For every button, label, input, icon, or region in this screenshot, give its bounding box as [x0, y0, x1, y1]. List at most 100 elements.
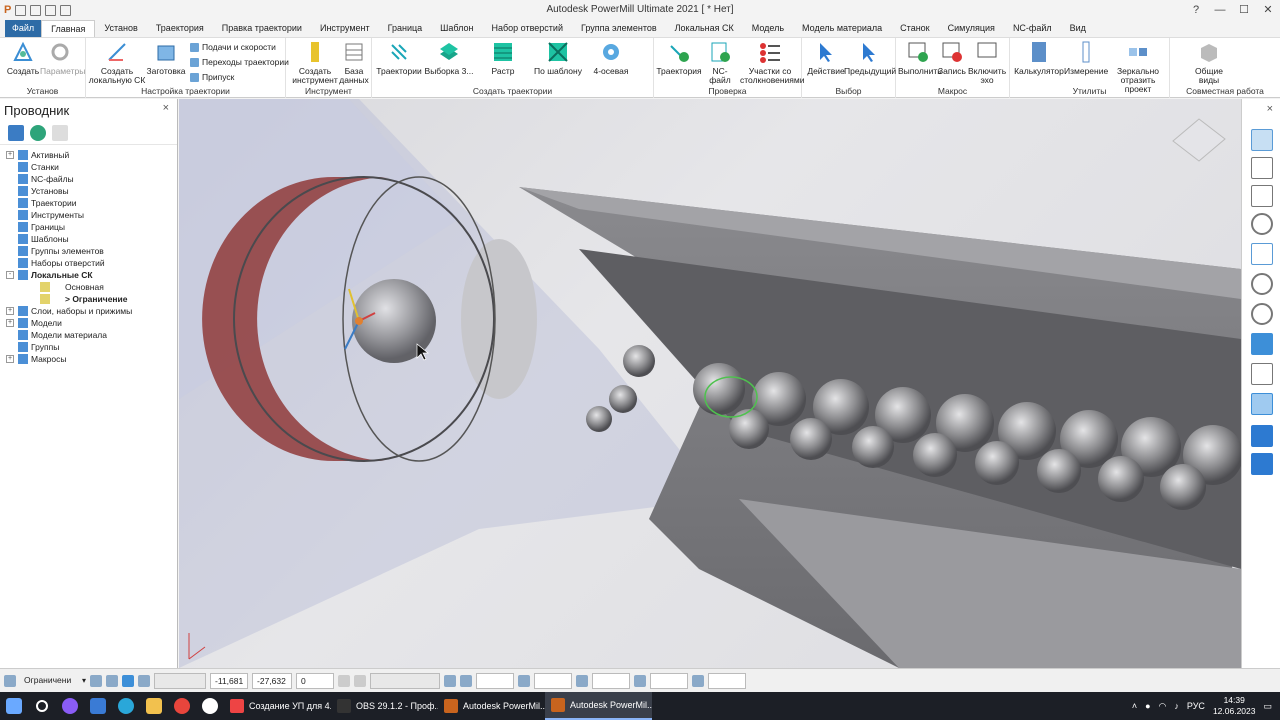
taskbar-chrome[interactable]	[168, 692, 196, 720]
expand-icon[interactable]: +	[6, 319, 14, 327]
tab-stock-model[interactable]: Модель материала	[793, 20, 891, 37]
app-icon[interactable]: P	[4, 4, 11, 16]
run-macro-button[interactable]: Выполнить	[898, 40, 942, 76]
diameter-icon[interactable]	[634, 674, 647, 687]
tab-home[interactable]: Главная	[41, 20, 96, 37]
x-coordinate[interactable]: -11,681	[210, 672, 249, 689]
wifi-icon[interactable]: ◠	[1159, 701, 1167, 712]
view-cube[interactable]	[1172, 118, 1226, 162]
tree-item[interactable]: Установы	[0, 185, 177, 197]
tree-view-icon[interactable]	[8, 124, 24, 141]
collapse-icon[interactable]: -	[6, 271, 14, 279]
view-iso-icon[interactable]	[1251, 129, 1273, 151]
open-icon[interactable]	[30, 4, 42, 16]
expand-icon[interactable]: +	[6, 151, 14, 159]
grid-snap-icon[interactable]	[122, 674, 135, 687]
tab-boundary[interactable]: Граница	[379, 20, 432, 37]
tree-item[interactable]: Наборы отверстий	[0, 257, 177, 269]
tab-file[interactable]: Файл	[5, 20, 42, 37]
globe-icon[interactable]	[30, 124, 46, 141]
tab-workplane[interactable]: Локальная СК	[666, 20, 743, 37]
tolerance-icon[interactable]	[444, 674, 457, 687]
view-cube-icon[interactable]	[1251, 185, 1273, 207]
tab-simulation[interactable]: Симуляция	[939, 20, 1004, 37]
cursor-snap-icon[interactable]	[138, 674, 151, 687]
select-cursor-icon[interactable]	[1251, 425, 1273, 447]
chevron-up-icon[interactable]: ˄	[1132, 701, 1137, 711]
minimize-button[interactable]: —	[1208, 0, 1232, 20]
z-coordinate[interactable]: 0	[296, 672, 335, 689]
view-front-icon[interactable]	[1251, 157, 1273, 179]
tray-app-icon[interactable]: ●	[1145, 701, 1150, 711]
tab-nc-file[interactable]: NC-файл	[1004, 20, 1061, 37]
tab-toolpath[interactable]: Траектория	[147, 20, 213, 37]
tree-item[interactable]: Инструменты	[0, 209, 177, 221]
shaded-icon[interactable]	[1251, 333, 1273, 355]
zoom-icon[interactable]	[1251, 213, 1273, 235]
block-button[interactable]: Заготовка	[146, 40, 186, 76]
zoom-fit-icon[interactable]	[1251, 303, 1273, 325]
active-workplane-select[interactable]: Ограничени	[20, 672, 78, 689]
stepover-field[interactable]	[476, 672, 515, 689]
echo-button[interactable]: Включить эхо	[968, 40, 1006, 85]
y-coordinate[interactable]: -27,632	[252, 672, 293, 689]
lock-icon[interactable]	[338, 674, 351, 687]
tab-setup[interactable]: Установ	[95, 20, 146, 37]
toolpaths-button[interactable]: Траектории	[374, 40, 424, 76]
tab-toolpath-edit[interactable]: Правка траектории	[213, 20, 311, 37]
tree-item[interactable]: - Локальные СК	[0, 269, 177, 281]
new-icon[interactable]	[15, 4, 27, 16]
tab-holeset[interactable]: Набор отверстий	[483, 20, 572, 37]
collisions-button[interactable]: Участки со столкновениями	[740, 40, 804, 85]
snap-icon[interactable]	[90, 674, 103, 687]
raster-button[interactable]: Растр	[478, 40, 528, 76]
expand-icon[interactable]: +	[6, 307, 14, 315]
clock[interactable]: 14:39 12.06.2023	[1213, 695, 1256, 717]
close-view-toolbar-icon[interactable]: ×	[1267, 103, 1273, 115]
taskbar-explorer[interactable]	[140, 692, 168, 720]
shaded-wire-icon[interactable]	[1251, 393, 1273, 415]
tab-feature-group[interactable]: Группа элементов	[572, 20, 666, 37]
dropdown-chevron-icon[interactable]: ▾	[82, 676, 86, 685]
taskbar-window[interactable]: Autodesk PowerMil...	[545, 692, 652, 720]
tree-item[interactable]: Станки	[0, 161, 177, 173]
taskbar-window[interactable]: OBS 29.1.2 - Проф...	[331, 692, 438, 720]
taskbar-window[interactable]: Создание УП для 4...	[224, 692, 331, 720]
wireframe-icon[interactable]	[1251, 363, 1273, 385]
measure-button[interactable]: Измерение	[1064, 40, 1108, 76]
volume-icon[interactable]: ♪	[1174, 701, 1179, 711]
four-axis-button[interactable]: 4-осевая	[588, 40, 634, 76]
tree-item[interactable]: Границы	[0, 221, 177, 233]
tree-item[interactable]: + Модели	[0, 317, 177, 329]
create-lcs-button[interactable]: Создать локальную СК	[88, 40, 146, 85]
stepover-icon[interactable]	[460, 674, 473, 687]
database-button[interactable]: База данных	[338, 40, 370, 85]
tool-field[interactable]	[592, 672, 631, 689]
tree-item[interactable]: Группы элементов	[0, 245, 177, 257]
search-button[interactable]	[28, 692, 56, 720]
check-nc-button[interactable]: NC-файл	[702, 40, 738, 85]
crosshair-icon[interactable]	[518, 674, 531, 687]
tab-pattern[interactable]: Шаблон	[431, 20, 482, 37]
expand-icon[interactable]: +	[6, 355, 14, 363]
leads-links-button[interactable]: Переходы траектории	[190, 57, 289, 67]
language-indicator[interactable]: РУС	[1187, 701, 1205, 711]
tree-item[interactable]: > Ограничение	[0, 293, 177, 305]
delete-icon[interactable]	[52, 124, 68, 141]
tree-item[interactable]: Модели материала	[0, 329, 177, 341]
save-icon[interactable]	[45, 4, 57, 16]
angle-field[interactable]	[708, 672, 747, 689]
notifications-icon[interactable]: ▭	[1263, 701, 1272, 712]
tree-item[interactable]: Группы	[0, 341, 177, 353]
previous-button[interactable]: Предыдущий	[844, 40, 896, 76]
allowance-button[interactable]: Припуск	[190, 72, 234, 82]
record-macro-button[interactable]: Запись	[936, 40, 968, 76]
pocket-button[interactable]: Выборка 3...	[424, 40, 474, 76]
taskbar-app-1[interactable]	[56, 692, 84, 720]
create-setup-button[interactable]: Создать	[6, 40, 40, 76]
zoom-box-icon[interactable]	[1251, 273, 1273, 295]
feeds-speeds-button[interactable]: Подачи и скорости	[190, 42, 276, 52]
close-explorer-icon[interactable]: ×	[163, 102, 169, 114]
angle-icon[interactable]	[692, 674, 705, 687]
tree-item[interactable]: + Макросы	[0, 353, 177, 365]
